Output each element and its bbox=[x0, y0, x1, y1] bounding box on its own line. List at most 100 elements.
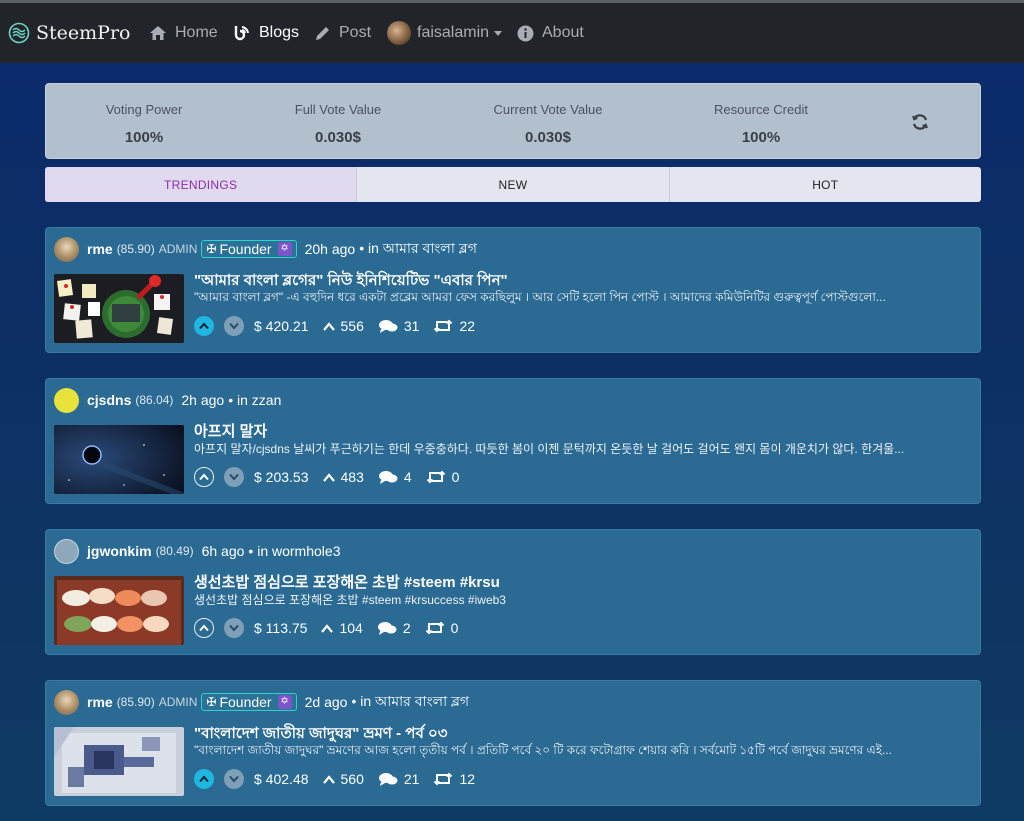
post-header: rme (85.90) ADMIN ✠ Founder ✡ 20h ago • … bbox=[54, 236, 477, 262]
brand-link[interactable]: SteemPro bbox=[8, 22, 130, 44]
post-title[interactable]: 아프지 말자 bbox=[194, 420, 267, 441]
downvote-button[interactable] bbox=[224, 467, 244, 487]
post-header: cjsdns (86.04) 2h ago • in zzan bbox=[54, 387, 281, 413]
author-name[interactable]: rme bbox=[87, 694, 113, 710]
downvote-button[interactable] bbox=[224, 618, 244, 638]
post-actions: $ 402.48 560 21 12 bbox=[194, 769, 475, 789]
vote-count[interactable]: 483 bbox=[322, 469, 364, 485]
community-link[interactable]: • in আমার বাংলা ব্লগ bbox=[359, 237, 477, 261]
tab-trendings[interactable]: TRENDINGS bbox=[45, 167, 358, 202]
avatar[interactable] bbox=[54, 236, 79, 262]
cross-icon: ✠ bbox=[206, 242, 217, 256]
post-thumbnail[interactable] bbox=[54, 425, 184, 494]
resteem-icon bbox=[425, 621, 444, 635]
tab-hot[interactable]: HOT bbox=[670, 167, 981, 202]
comment-count-value: 4 bbox=[403, 469, 412, 485]
post-payout[interactable]: $ 420.21 bbox=[254, 318, 309, 334]
post-card[interactable]: cjsdns (86.04) 2h ago • in zzan 아프지 말자 아… bbox=[45, 378, 981, 504]
post-payout[interactable]: $ 113.75 bbox=[254, 620, 307, 636]
resteem-count[interactable]: 0 bbox=[426, 469, 459, 485]
nav-about[interactable]: About bbox=[517, 3, 584, 63]
nav-home-label: Home bbox=[175, 24, 218, 41]
upvote-count-icon bbox=[321, 623, 334, 633]
cross-icon: ✠ bbox=[206, 695, 217, 709]
author-role: ADMIN bbox=[158, 695, 198, 709]
chevron-up-icon bbox=[199, 473, 209, 481]
post-actions: $ 420.21 556 31 22 bbox=[194, 316, 475, 336]
post-thumbnail[interactable] bbox=[54, 274, 184, 343]
downvote-button[interactable] bbox=[224, 769, 244, 789]
navbar: SteemPro Home Blogs Post faisalamin Abou… bbox=[0, 3, 1024, 63]
upvote-button[interactable] bbox=[194, 618, 214, 638]
post-excerpt: "আমার বাংলা ব্লগ" -এ বহুদিন ধরে একটা প্র… bbox=[194, 290, 886, 304]
comment-count-value: 31 bbox=[403, 318, 420, 334]
post-title[interactable]: 생선초밥 점심으로 포장해온 초밥 #steem #krsu bbox=[194, 571, 500, 592]
upvote-count-icon bbox=[322, 472, 335, 482]
stat-voting-power: Voting Power 100% bbox=[44, 84, 244, 146]
post-card[interactable]: jgwonkim (80.49) 6h ago • in wormhole3 생… bbox=[45, 529, 981, 655]
avatar[interactable] bbox=[54, 387, 79, 413]
nav-username: faisalamin bbox=[417, 24, 490, 41]
nav-home[interactable]: Home bbox=[149, 3, 218, 63]
nav-post[interactable]: Post bbox=[314, 3, 371, 63]
downvote-button[interactable] bbox=[224, 316, 244, 336]
comment-count[interactable]: 4 bbox=[378, 469, 412, 485]
avatar[interactable] bbox=[54, 689, 79, 715]
vote-count[interactable]: 560 bbox=[322, 771, 364, 787]
steem-logo-icon bbox=[8, 22, 30, 44]
thumbnail-image bbox=[54, 274, 184, 343]
nav-user-dropdown[interactable]: faisalamin bbox=[387, 3, 503, 63]
author-name[interactable]: rme bbox=[87, 241, 113, 257]
upvote-button[interactable] bbox=[194, 316, 214, 336]
post-payout[interactable]: $ 203.53 bbox=[254, 469, 309, 485]
post-actions: $ 203.53 483 4 0 bbox=[194, 467, 459, 487]
vote-count[interactable]: 104 bbox=[321, 620, 363, 636]
post-payout[interactable]: $ 402.48 bbox=[254, 771, 309, 787]
stat-label: Voting Power bbox=[105, 102, 183, 117]
resteem-count-value: 22 bbox=[459, 318, 476, 334]
author-reputation: (85.90) bbox=[116, 695, 155, 709]
resteem-count-value: 0 bbox=[450, 620, 459, 636]
badge-label: Founder bbox=[219, 694, 272, 710]
comment-count[interactable]: 21 bbox=[378, 771, 419, 787]
resteem-count[interactable]: 12 bbox=[433, 771, 475, 787]
resteem-count[interactable]: 0 bbox=[425, 620, 459, 636]
author-reputation: (80.49) bbox=[155, 544, 194, 558]
comment-count[interactable]: 2 bbox=[377, 620, 411, 636]
stat-resource-credit: Resource Credit 100% bbox=[661, 84, 861, 146]
post-card[interactable]: rme (85.90) ADMIN ✠ Founder ✡ 20h ago • … bbox=[45, 227, 981, 353]
chevron-down-icon bbox=[229, 775, 239, 783]
community-link[interactable]: • in zzan bbox=[228, 392, 281, 408]
author-name[interactable]: cjsdns bbox=[87, 392, 131, 408]
comment-count[interactable]: 31 bbox=[378, 318, 420, 334]
resteem-count[interactable]: 22 bbox=[433, 318, 475, 334]
post-thumbnail[interactable] bbox=[54, 727, 184, 796]
nav-blogs[interactable]: Blogs bbox=[233, 3, 299, 63]
nav-blogs-label: Blogs bbox=[259, 24, 300, 41]
upvote-button[interactable] bbox=[194, 467, 214, 487]
vote-count-value: 483 bbox=[340, 469, 364, 485]
post-time: 2h ago bbox=[181, 392, 225, 408]
info-icon bbox=[517, 25, 534, 41]
post-actions: $ 113.75 104 2 0 bbox=[194, 618, 458, 638]
upvote-button[interactable] bbox=[194, 769, 214, 789]
stat-value: 0.030$ bbox=[315, 129, 361, 146]
post-time: 6h ago bbox=[201, 543, 245, 559]
stat-label: Current Vote Value bbox=[493, 102, 603, 117]
avatar bbox=[387, 21, 411, 45]
author-name[interactable]: jgwonkim bbox=[87, 543, 152, 559]
vote-count-value: 560 bbox=[340, 771, 364, 787]
vote-count[interactable]: 556 bbox=[322, 318, 364, 334]
community-link[interactable]: • in wormhole3 bbox=[248, 543, 340, 559]
community-link[interactable]: • in আমার বাংলা ব্লগ bbox=[351, 690, 469, 714]
post-thumbnail[interactable] bbox=[54, 576, 184, 645]
founder-badge: ✠ Founder ✡ bbox=[201, 693, 297, 711]
chevron-up-icon bbox=[199, 775, 209, 783]
refresh-icon[interactable] bbox=[910, 112, 930, 132]
post-card[interactable]: rme (85.90) ADMIN ✠ Founder ✡ 2d ago • i… bbox=[45, 680, 981, 806]
tab-new[interactable]: NEW bbox=[357, 167, 670, 202]
chevron-down-icon bbox=[494, 30, 503, 36]
avatar[interactable] bbox=[54, 538, 79, 564]
resteem-icon bbox=[426, 470, 445, 484]
comments-icon bbox=[377, 622, 397, 635]
